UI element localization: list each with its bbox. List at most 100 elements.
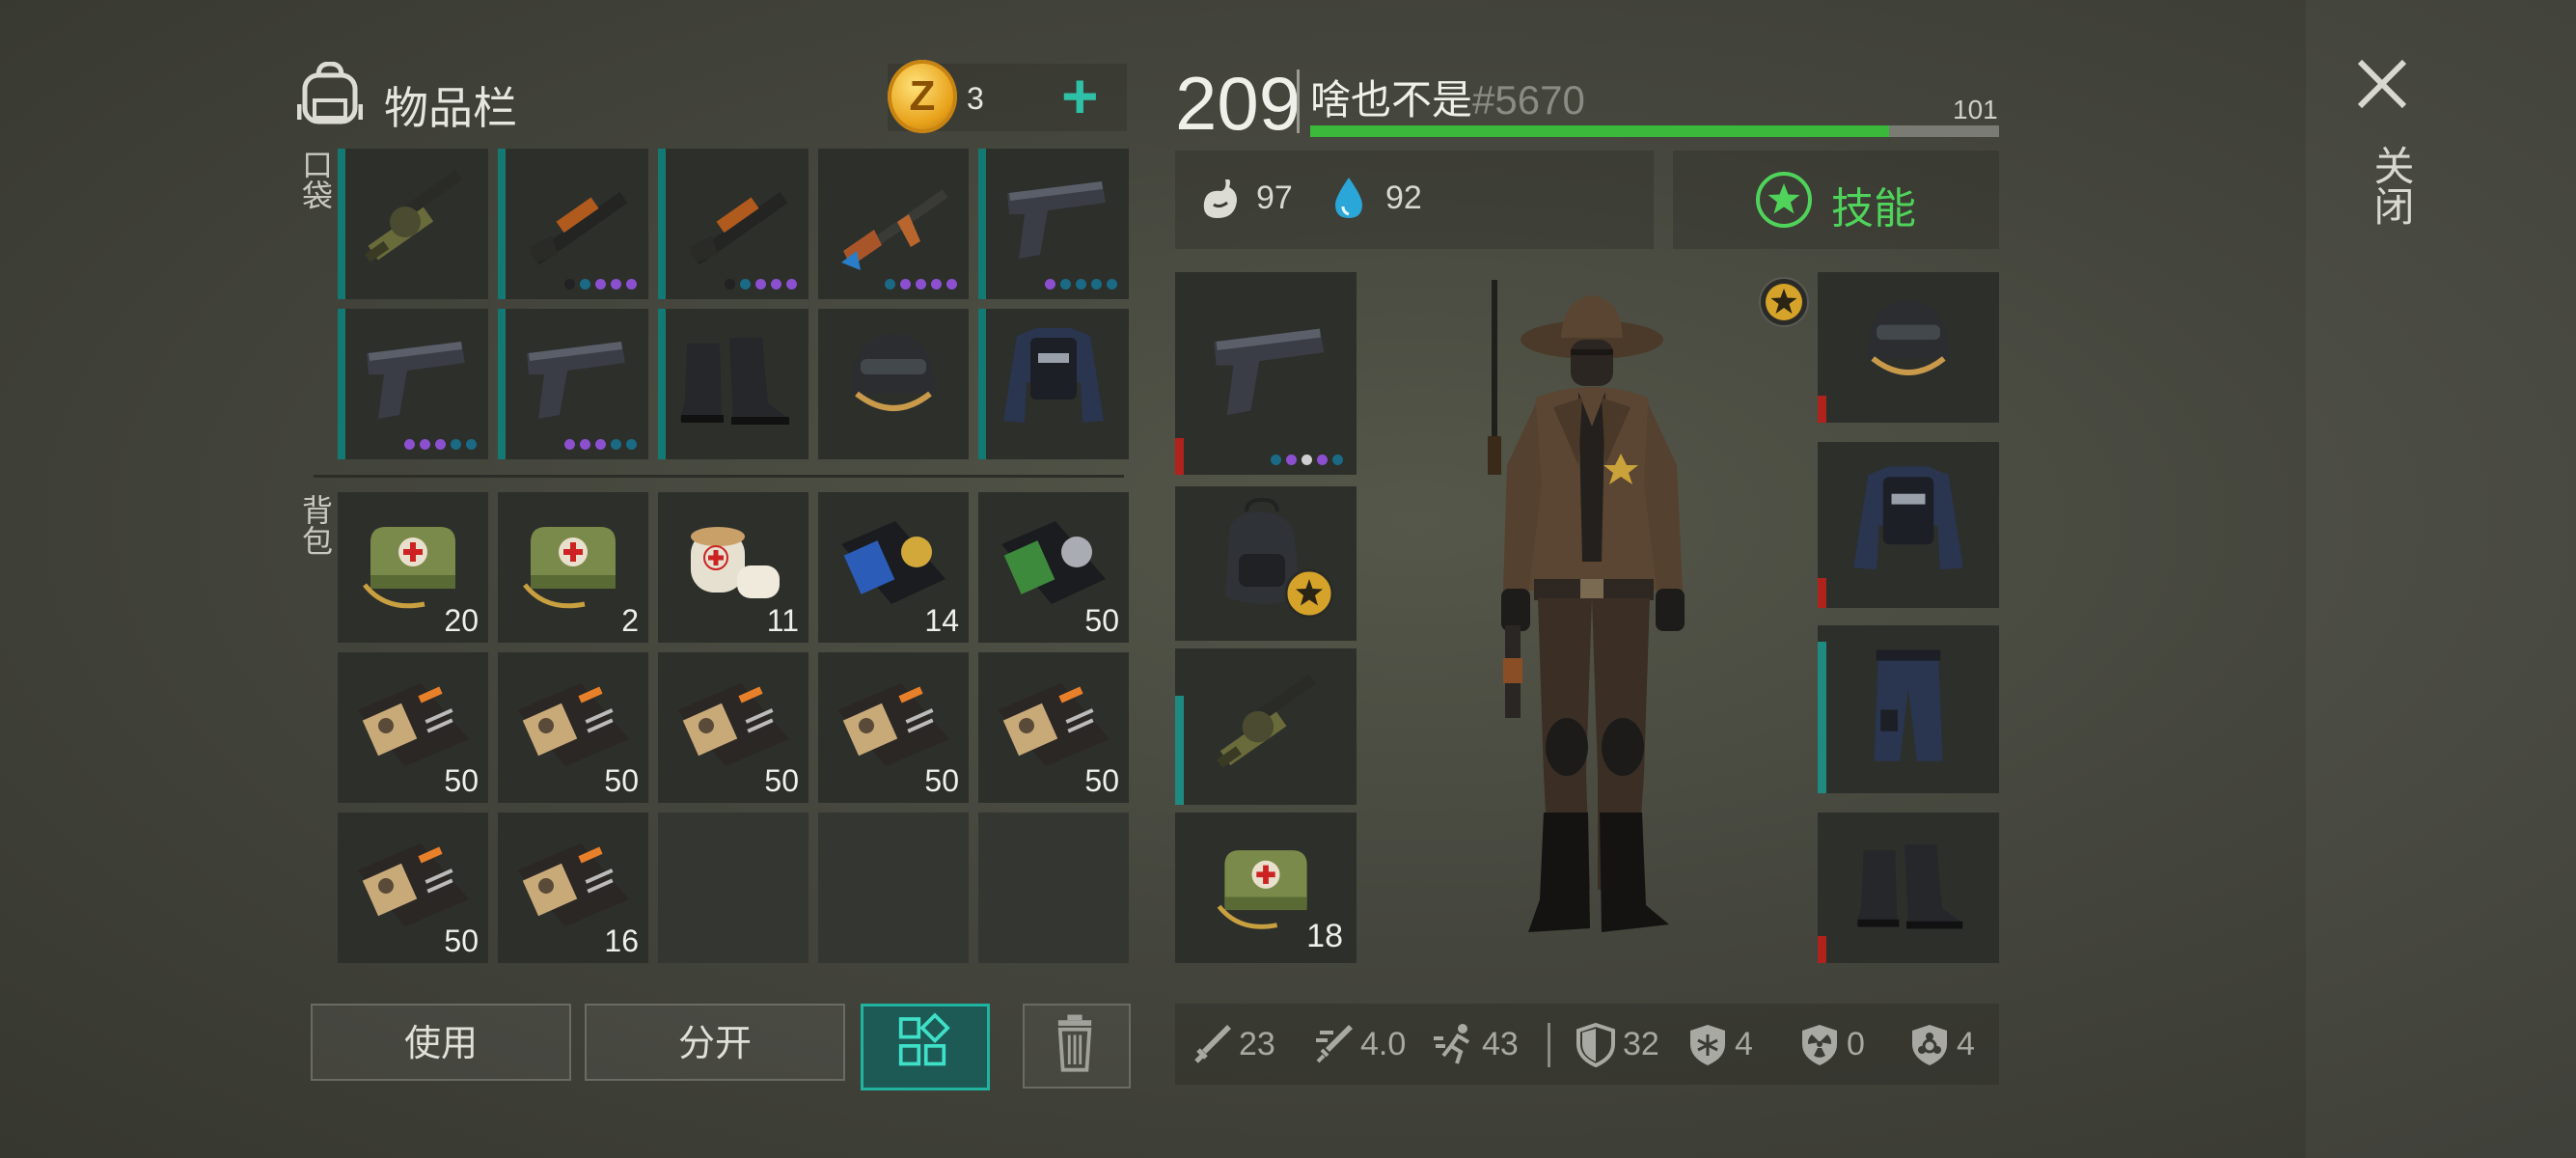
inventory-title: 物品栏 bbox=[384, 83, 517, 133]
quality-dot bbox=[1045, 279, 1055, 290]
infection-resistance-value: 4 bbox=[1957, 1025, 1975, 1062]
empty-slot[interactable] bbox=[658, 813, 808, 963]
cold-resistance-stat: 4 bbox=[1685, 1018, 1753, 1070]
currency-amount: 3 bbox=[967, 81, 984, 116]
shield-icon bbox=[1576, 1022, 1615, 1067]
food-value: 97 bbox=[1256, 179, 1293, 216]
add-currency-button[interactable]: + bbox=[1061, 62, 1099, 129]
radiation-resistance-value: 0 bbox=[1847, 1025, 1865, 1062]
item-slot[interactable]: 50 bbox=[658, 652, 808, 803]
equipment-slot[interactable] bbox=[1818, 813, 1999, 963]
durability-bar bbox=[658, 309, 666, 459]
skill-star-icon bbox=[1756, 172, 1812, 228]
xp-bar-fill bbox=[1310, 125, 1889, 137]
item-quantity: 20 bbox=[444, 603, 479, 638]
item-slot[interactable] bbox=[818, 149, 969, 299]
item-slot[interactable]: 50 bbox=[338, 652, 488, 803]
helmet-icon bbox=[1835, 282, 1982, 403]
item-slot[interactable]: 16 bbox=[498, 813, 648, 963]
item-slot[interactable] bbox=[818, 309, 969, 459]
pistol-icon bbox=[507, 315, 639, 440]
gold-star-badge-icon bbox=[1759, 277, 1809, 327]
quality-dot bbox=[435, 439, 446, 450]
quality-dot bbox=[1317, 455, 1328, 465]
sort-button[interactable] bbox=[861, 1004, 990, 1090]
item-slot[interactable] bbox=[338, 149, 488, 299]
quality-dot bbox=[786, 279, 797, 290]
grid-sort-icon bbox=[898, 1012, 950, 1066]
quality-dot bbox=[420, 439, 430, 450]
snowflake-shield-icon bbox=[1690, 1025, 1725, 1065]
close-label[interactable]: 关闭 bbox=[2362, 145, 2421, 226]
item-slot[interactable]: 2 bbox=[498, 492, 648, 643]
attack-speed-stat: 4.0 bbox=[1310, 1018, 1406, 1070]
radiation-shield-icon bbox=[1802, 1025, 1837, 1065]
split-button[interactable]: 分开 bbox=[585, 1004, 845, 1081]
speed-value: 43 bbox=[1482, 1025, 1519, 1062]
item-slot[interactable] bbox=[658, 149, 808, 299]
damage-value: 23 bbox=[1239, 1025, 1275, 1062]
damage-stat: 23 bbox=[1189, 1018, 1275, 1070]
equipment-slot[interactable]: 18 bbox=[1175, 813, 1357, 963]
medkit-icon bbox=[507, 498, 639, 623]
durability-bar bbox=[1175, 696, 1184, 805]
police-pants-icon bbox=[1835, 635, 1982, 774]
item-slot[interactable]: 50 bbox=[978, 652, 1129, 803]
side-panel-strip bbox=[2306, 0, 2576, 1158]
helmet-icon bbox=[828, 315, 959, 440]
radiation-resistance-stat: 0 bbox=[1796, 1018, 1865, 1070]
item-slot[interactable] bbox=[658, 309, 808, 459]
quality-dot bbox=[931, 279, 942, 290]
grenade-launcher-icon bbox=[1192, 658, 1339, 786]
quality-dot bbox=[466, 439, 477, 450]
character-model bbox=[1488, 280, 1685, 932]
defense-stat: 32 bbox=[1573, 1018, 1659, 1070]
stomach-icon bbox=[1203, 179, 1237, 218]
gold-star-badge-icon bbox=[1284, 568, 1334, 619]
quality-dot bbox=[580, 439, 590, 450]
item-slot[interactable]: 50 bbox=[498, 652, 648, 803]
item-slot[interactable]: 20 bbox=[338, 492, 488, 643]
durability-bar bbox=[1818, 396, 1826, 423]
equipment-slot[interactable] bbox=[1175, 272, 1357, 475]
item-slot[interactable]: 11 bbox=[658, 492, 808, 643]
equipment-slot[interactable] bbox=[1818, 625, 1999, 793]
item-slot[interactable]: 50 bbox=[818, 652, 969, 803]
empty-slot[interactable] bbox=[978, 813, 1129, 963]
item-slot[interactable]: 50 bbox=[338, 813, 488, 963]
quality-dot bbox=[1091, 279, 1102, 290]
item-slot[interactable] bbox=[978, 149, 1129, 299]
item-slot[interactable]: 14 bbox=[818, 492, 969, 643]
equipment-slot[interactable] bbox=[1818, 272, 1999, 423]
item-slot[interactable] bbox=[338, 309, 488, 459]
item-slot[interactable]: 50 bbox=[978, 492, 1129, 643]
use-button[interactable]: 使用 bbox=[311, 1004, 571, 1081]
quality-dot bbox=[900, 279, 911, 290]
quality-dot bbox=[1060, 279, 1071, 290]
trash-icon bbox=[1057, 1014, 1092, 1072]
item-slot[interactable] bbox=[498, 149, 648, 299]
item-quantity: 16 bbox=[604, 924, 639, 958]
boots-icon bbox=[1835, 822, 1982, 944]
water-drop-icon bbox=[1335, 178, 1362, 218]
quality-dots bbox=[725, 279, 797, 290]
item-slot[interactable] bbox=[498, 309, 648, 459]
cold-resistance-value: 4 bbox=[1735, 1025, 1753, 1062]
quality-dot bbox=[740, 279, 751, 290]
trash-button[interactable] bbox=[1023, 1004, 1131, 1089]
quality-dot bbox=[626, 439, 637, 450]
equipment-slot[interactable] bbox=[1175, 648, 1357, 805]
quality-dot bbox=[611, 439, 621, 450]
grenade-launcher-icon bbox=[347, 154, 479, 280]
pistol-icon bbox=[1192, 282, 1339, 455]
quality-dots bbox=[404, 439, 477, 450]
pump-shotgun-icon bbox=[507, 154, 639, 280]
sword-icon bbox=[1194, 1025, 1231, 1063]
empty-slot[interactable] bbox=[818, 813, 969, 963]
boots-icon bbox=[668, 315, 799, 440]
equipment-slot[interactable] bbox=[1818, 442, 1999, 608]
quality-dot bbox=[564, 279, 575, 290]
attack-speed-value: 4.0 bbox=[1360, 1025, 1407, 1062]
item-slot[interactable] bbox=[978, 309, 1129, 459]
close-icon[interactable] bbox=[2354, 56, 2410, 112]
